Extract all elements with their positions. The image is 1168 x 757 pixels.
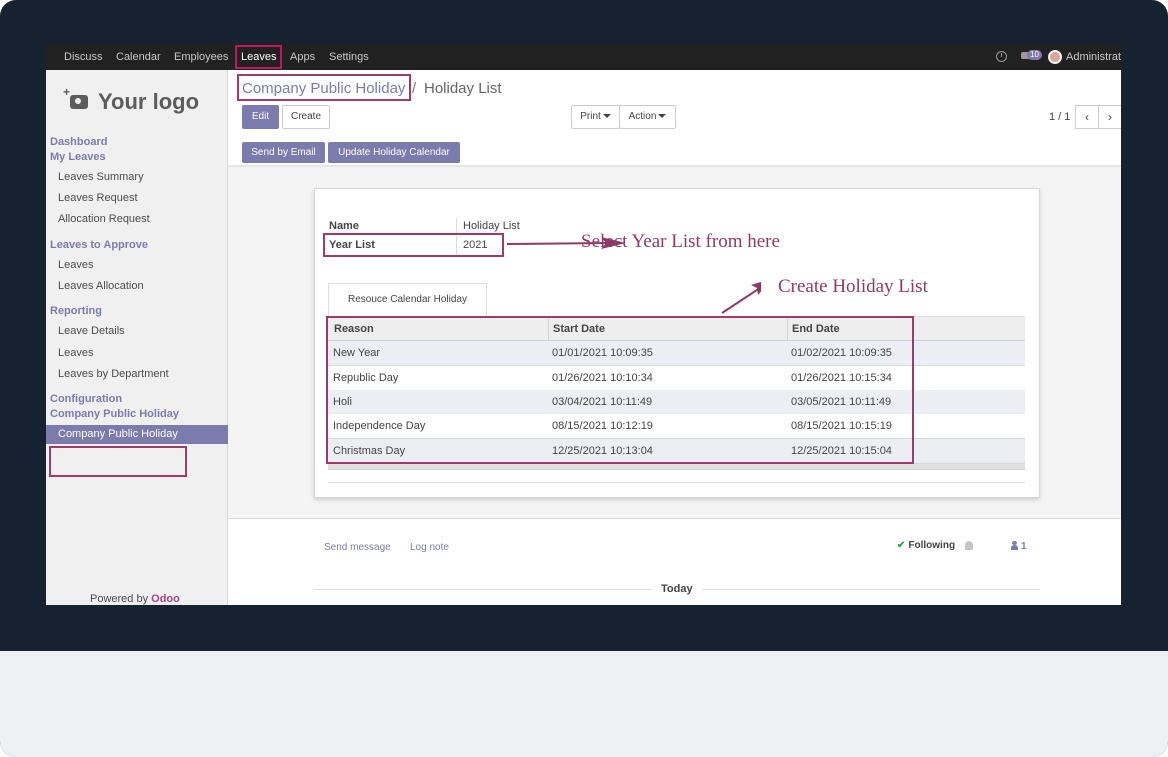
menu-leaves[interactable]: Leaves (235, 45, 283, 69)
print-dropdown[interactable]: Print (571, 105, 620, 129)
sidebar-heading-dashboard[interactable]: Dashboard (50, 136, 107, 148)
powered-by: Powered by Odoo (90, 593, 180, 605)
user-menu[interactable]: Administrat (1066, 44, 1121, 70)
activity-clock-icon[interactable] (996, 51, 1007, 62)
edit-button[interactable]: Edit (242, 105, 279, 129)
tab-resource-calendar-holiday[interactable]: Resouce Calendar Holiday (328, 283, 487, 317)
sidebar-item-leaves[interactable]: Leaves (58, 259, 93, 271)
following-button[interactable]: ✔ Following (897, 540, 955, 551)
camera-icon (63, 85, 88, 109)
pager-value: 1 / 1 (1049, 111, 1071, 123)
table-bottom-line (328, 482, 1025, 483)
sidebar-item-leaves-request[interactable]: Leaves Request (58, 192, 138, 204)
update-holiday-calendar-button[interactable]: Update Holiday Calendar (328, 142, 460, 163)
breadcrumb-current: Holiday List (424, 80, 502, 97)
year-list-highlight-box (323, 233, 504, 257)
device-frame-base (0, 651, 1168, 757)
odoo-brand[interactable]: Odoo (151, 593, 180, 605)
sidebar-heading-my-leaves: My Leaves (50, 151, 106, 163)
menu-calendar[interactable]: Calendar (116, 44, 161, 70)
sidebar-item-leaves-allocation[interactable]: Leaves Allocation (58, 280, 144, 292)
menu-employees[interactable]: Employees (174, 44, 228, 70)
bell-icon[interactable] (965, 541, 973, 550)
send-by-email-button[interactable]: Send by Email (242, 142, 325, 163)
today-divider-right (702, 589, 1040, 590)
table-highlight-box (326, 316, 914, 464)
followers-icon[interactable] (1011, 541, 1018, 550)
create-button[interactable]: Create (282, 105, 330, 129)
sidebar-heading-leaves-to-approve: Leaves to Approve (50, 239, 149, 251)
sidebar-heading-reporting: Reporting (50, 305, 102, 317)
send-message-link[interactable]: Send message (324, 542, 391, 553)
sidebar-item-allocation-request[interactable]: Allocation Request (58, 213, 150, 225)
action-label: Action (628, 111, 657, 122)
sidebar-item-reporting-leaves[interactable]: Leaves (58, 347, 93, 359)
powered-prefix: Powered by (90, 593, 149, 605)
breadcrumb-separator: / (412, 80, 417, 97)
chat-count-badge: 10 (1027, 50, 1042, 60)
breadcrumb-highlight-box (237, 74, 411, 101)
chevron-down-icon (658, 114, 667, 119)
annotation-holiday-list: Create Holiday List (778, 276, 928, 297)
print-label: Print (580, 111, 601, 122)
annotation-year-list: Select Year List from here (581, 231, 780, 252)
sidebar-heading-configuration: Configuration (50, 393, 123, 405)
menu-apps[interactable]: Apps (290, 44, 315, 70)
check-icon: ✔ (897, 540, 906, 551)
sidebar-item-leaves-by-department[interactable]: Leaves by Department (58, 368, 169, 380)
chevron-down-icon (602, 114, 611, 119)
following-label: Following (908, 540, 956, 551)
pager-previous-button[interactable]: ‹ (1075, 105, 1099, 129)
sidebar-item-leave-details[interactable]: Leave Details (58, 325, 125, 337)
device-frame: Discuss Calendar Employees Leaves Apps S… (0, 0, 1168, 757)
app-screen: Discuss Calendar Employees Leaves Apps S… (46, 44, 1121, 605)
today-divider-left (314, 589, 652, 590)
top-navbar: Discuss Calendar Employees Leaves Apps S… (46, 44, 1121, 70)
action-dropdown[interactable]: Action (619, 105, 676, 129)
sidebar-item-company-public-holiday[interactable]: Company Public Holiday (46, 425, 228, 444)
menu-settings[interactable]: Settings (329, 44, 369, 70)
followers-count[interactable]: 1 (1021, 541, 1027, 552)
name-label: Name (329, 220, 359, 232)
log-note-link[interactable]: Log note (410, 542, 449, 553)
table-footer (328, 464, 1025, 470)
company-logo: Your logo (63, 85, 200, 115)
menu-discuss[interactable]: Discuss (64, 44, 103, 70)
user-avatar[interactable] (1048, 50, 1062, 64)
sidebar-highlight-box (49, 446, 187, 477)
sidebar: Your logo Dashboard My Leaves Leaves Sum… (46, 70, 228, 605)
today-label: Today (661, 583, 693, 595)
pager-next-button[interactable]: › (1098, 105, 1121, 129)
sidebar-item-leaves-summary[interactable]: Leaves Summary (58, 171, 144, 183)
sidebar-heading-company-public-holiday: Company Public Holiday (50, 408, 179, 420)
logo-text: Your logo (98, 89, 200, 114)
